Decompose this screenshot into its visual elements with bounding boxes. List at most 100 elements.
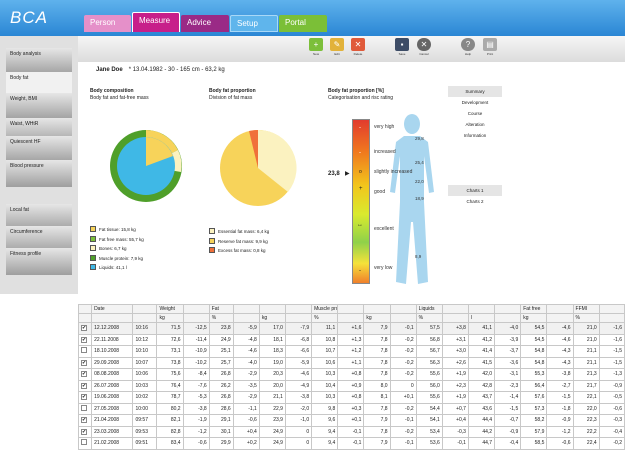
table-row[interactable]: 27.05.2008 10:00 80,2 -3,8 28,6 -1,1 22,9 -2,0 9… <box>77 402 625 415</box>
column-header[interactable] <box>441 304 469 314</box>
row-checkbox[interactable]: ✔ <box>77 379 93 392</box>
rating-panel: Body fat proportion [%] Categorisation a… <box>328 88 393 101</box>
checkbox[interactable]: ✔ <box>81 371 87 378</box>
swatch-fat-free <box>90 235 96 242</box>
edit-button[interactable]: ✎ Edit <box>329 38 345 60</box>
column-unit <box>546 313 574 323</box>
table-cell: -1,9 <box>182 414 210 427</box>
table-cell: 26,2 <box>208 379 234 392</box>
sidebar-item-body-analysis[interactable]: Body analysis <box>6 48 72 75</box>
column-header[interactable] <box>182 304 210 314</box>
table-cell: -7,9 <box>284 322 313 335</box>
column-header[interactable] <box>132 304 158 314</box>
column-header[interactable]: Fat free <box>520 304 548 314</box>
row-checkbox[interactable]: ✔ <box>77 322 93 335</box>
row-checkbox[interactable]: ✔ <box>77 414 93 427</box>
column-header[interactable]: Muscle protein <box>311 304 339 314</box>
table-row[interactable]: 21.02.2008 09:51 83,4 -0,6 29,9 +0,2 24,9 0 9,4-… <box>77 437 625 450</box>
sidebar-item-quiescent-hf[interactable]: Quiescent HF <box>6 136 72 163</box>
link-alteration[interactable]: Alteration <box>448 119 502 130</box>
column-header[interactable] <box>232 304 260 314</box>
tab-measure[interactable]: Measure <box>132 12 180 32</box>
table-cell: 56,7 <box>415 345 443 358</box>
column-header[interactable]: Fat <box>208 304 234 314</box>
column-header[interactable] <box>494 304 522 314</box>
print-button[interactable]: ▤ Print <box>482 38 498 60</box>
row-checkbox[interactable]: ✔ <box>77 391 93 404</box>
table-cell: 9,4 <box>311 425 339 438</box>
tab-person[interactable]: Person <box>84 15 131 32</box>
checkbox[interactable]: ✔ <box>81 382 87 389</box>
new-button[interactable]: + New <box>308 38 324 60</box>
column-header[interactable] <box>598 304 625 314</box>
table-cell: 41,4 <box>467 345 496 358</box>
fat-division-panel: Body fat proportion Division of fat mass <box>209 88 256 101</box>
help-button[interactable]: ? Help <box>460 38 476 60</box>
swatch-fat <box>90 226 96 232</box>
save-button[interactable]: ▪ Save <box>394 38 410 60</box>
link-course[interactable]: Course <box>448 108 502 119</box>
table-cell: -0,6 <box>232 414 260 427</box>
sidebar-item-fitness-profile[interactable]: Fitness profile <box>6 248 72 275</box>
column-header[interactable] <box>546 304 574 314</box>
table-cell: -5,3 <box>182 391 210 404</box>
column-unit: kg <box>363 313 391 323</box>
tab-setup[interactable]: Setup <box>230 15 278 32</box>
table-cell: -0,2 <box>389 356 417 369</box>
checkbox[interactable]: ✔ <box>81 359 87 366</box>
row-checkbox[interactable] <box>77 402 93 415</box>
table-row[interactable]: ✔ 22.11.2008 10:12 72,6 -11,4 24,9 -4,8 18,1 -6,… <box>77 333 625 346</box>
table-row[interactable]: ✔ 12.12.2008 10:16 71,5 -12,5 23,8 -5,9 17,0 -7,… <box>77 322 625 335</box>
column-header[interactable] <box>77 304 93 314</box>
sidebar-item-weight-bmi[interactable]: Weight, BMI <box>6 93 72 120</box>
table-row[interactable]: ✔ 26.07.2008 10:03 76,4 -7,6 26,2 -3,5 20,0 -4,9… <box>77 379 625 392</box>
table-row[interactable]: ✔ 23.03.2008 09:53 82,8 -1,2 30,1 +0,4 24,9 0 9,4… <box>77 425 625 438</box>
link-summary[interactable]: Summary <box>448 86 502 97</box>
column-header[interactable] <box>467 304 496 314</box>
checkbox[interactable]: ✔ <box>81 325 87 332</box>
row-checkbox[interactable]: ✔ <box>77 333 93 346</box>
column-header[interactable] <box>363 304 391 314</box>
checkbox[interactable] <box>81 404 87 411</box>
link-information[interactable]: Information <box>448 130 502 141</box>
cancel-button[interactable]: ✕ Cancel <box>416 38 432 60</box>
table-row[interactable]: ✔ 29.09.2008 10:07 73,8 -10,2 25,7 -4,0 19,0 -5,… <box>77 356 625 369</box>
checkbox[interactable]: ✔ <box>81 394 87 401</box>
checkbox[interactable] <box>81 439 87 446</box>
row-checkbox[interactable]: ✔ <box>77 425 93 438</box>
fat-value: 23,8 <box>328 171 340 177</box>
row-checkbox[interactable]: ✔ <box>77 368 93 381</box>
column-header[interactable]: Weight <box>156 304 184 314</box>
column-header[interactable]: Liquids <box>415 304 443 314</box>
table-row[interactable]: ✔ 08.08.2008 10:06 75,6 -8,4 26,8 -2,9 20,3 -4,6… <box>77 368 625 381</box>
delete-button[interactable]: ✕ Delete <box>350 38 366 60</box>
app-logo: BCA <box>10 8 48 27</box>
link-charts-1[interactable]: Charts 1 <box>448 185 502 196</box>
table-cell: -0,2 <box>389 333 417 346</box>
row-checkbox[interactable]: ✔ <box>77 356 93 369</box>
table-row[interactable]: 18.10.2008 10:10 73,1 -10,9 25,1 -4,6 18,3 -6,6… <box>77 345 625 358</box>
row-checkbox[interactable] <box>77 345 93 358</box>
sidebar-item-blood-pressure[interactable]: Blood pressure <box>6 160 72 187</box>
checkbox[interactable] <box>81 347 87 354</box>
column-header[interactable] <box>284 304 313 314</box>
table-cell: 54,8 <box>520 356 548 369</box>
tab-portal[interactable]: Portal <box>279 15 327 32</box>
link-development[interactable]: Development <box>448 97 502 108</box>
column-header[interactable] <box>258 304 286 314</box>
column-header[interactable]: FFMI <box>572 304 600 314</box>
checkbox[interactable]: ✔ <box>81 336 87 343</box>
table-row[interactable]: ✔ 19.06.2008 10:02 78,7 -5,3 26,8 -2,9 21,1 -3,8… <box>77 391 625 404</box>
table-row[interactable]: ✔ 21.04.2008 09:57 82,1 -1,9 29,1 -0,6 23,9 -1,0… <box>77 414 625 427</box>
column-header[interactable]: Date <box>91 304 134 314</box>
table-cell: 54,5 <box>520 333 548 346</box>
checkbox[interactable]: ✔ <box>81 417 87 424</box>
checkbox[interactable]: ✔ <box>81 428 87 435</box>
tab-advice[interactable]: Advice <box>181 15 229 32</box>
table-cell: 7,8 <box>363 333 391 346</box>
link-charts-2[interactable]: Charts 2 <box>448 196 502 207</box>
column-header[interactable] <box>337 304 365 314</box>
column-header[interactable] <box>389 304 417 314</box>
row-checkbox[interactable] <box>77 437 93 450</box>
scale-mark-good: + <box>359 186 363 192</box>
